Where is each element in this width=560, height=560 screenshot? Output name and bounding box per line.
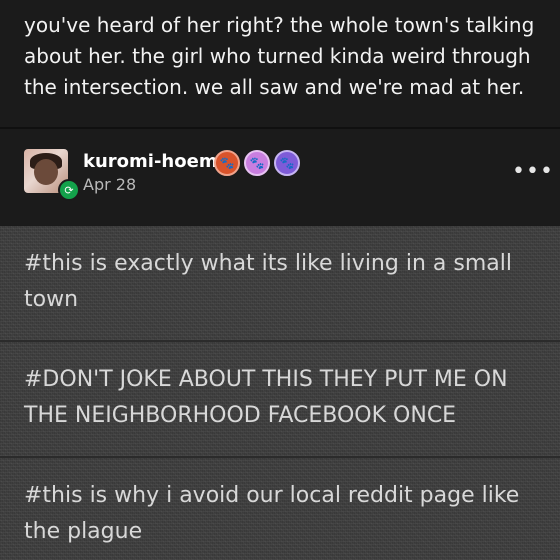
tag-item[interactable]: #this is exactly what its like living in… [0,226,560,340]
tag-item[interactable]: #this is why i avoid our local reddit pa… [0,458,560,560]
post-body-text: you've heard of her right? the whole tow… [0,0,560,127]
reblog-icon: ⟳ [58,179,80,201]
tag-item[interactable]: #DON'T JOKE ABOUT THIS THEY PUT ME ON TH… [0,342,560,456]
username-link[interactable]: kuromi-hoemie [83,151,236,172]
avatar-face [34,159,58,185]
user-badges: 🐾 🐾 🐾 [214,150,300,176]
paw-badge-purple-icon[interactable]: 🐾 [274,150,300,176]
more-options-icon[interactable]: ••• [512,159,554,184]
paw-badge-pink-icon[interactable]: 🐾 [244,150,270,176]
reblog-header: ⟳ kuromi-hoemie 🐾 🐾 🐾 Apr 28 ••• [0,129,560,225]
post-date[interactable]: Apr 28 [83,175,136,194]
paw-badge-orange-icon[interactable]: 🐾 [214,150,240,176]
